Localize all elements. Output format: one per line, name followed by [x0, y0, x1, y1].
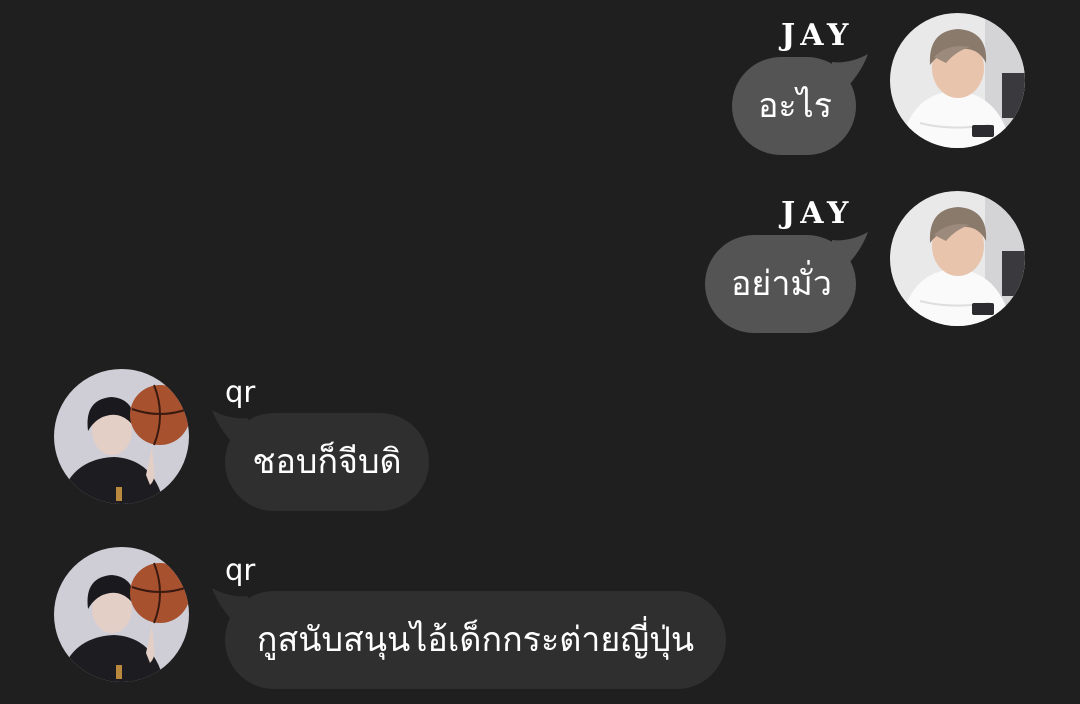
qr-basketball-avatar-icon[interactable] [54, 369, 189, 504]
qr-basketball-avatar-icon[interactable] [54, 547, 189, 682]
jay-avatar-icon[interactable] [890, 13, 1025, 148]
jay-avatar-icon[interactable] [890, 191, 1025, 326]
sender-name: qr [225, 375, 256, 409]
sender-name: qr [225, 553, 256, 587]
message-bubble[interactable]: กูสนับสนุนไอ้เด็กกระต่ายญี่ปุ่น [225, 591, 726, 689]
sender-name: JAY [781, 196, 854, 231]
sender-name: JAY [781, 18, 854, 53]
message-row-outgoing: JAY อะไร [0, 0, 1080, 170]
message-bubble[interactable]: ชอบก็จีบดิ [225, 413, 429, 511]
message-row-incoming: qr กูสนับสนุนไอ้เด็กกระต่ายญี่ปุ่น [0, 534, 1080, 704]
message-row-incoming: qr ชอบก็จีบดิ [0, 356, 1080, 526]
message-bubble[interactable]: อะไร [732, 57, 856, 155]
message-row-outgoing: JAY อย่ามั่ว [0, 178, 1080, 348]
message-bubble[interactable]: อย่ามั่ว [705, 235, 856, 333]
